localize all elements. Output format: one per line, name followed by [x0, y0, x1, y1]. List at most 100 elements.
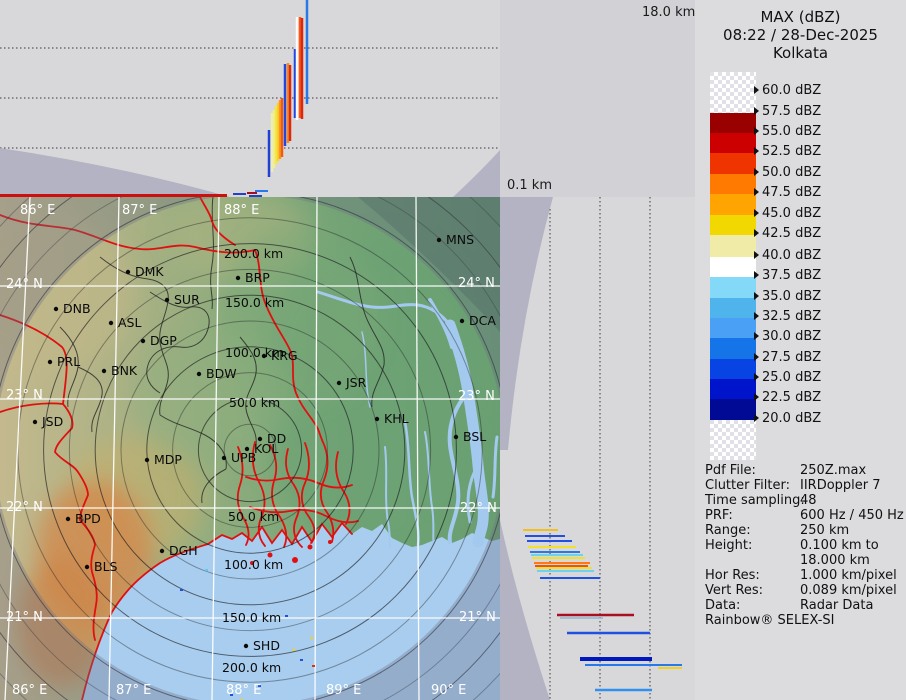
echo-dot — [300, 659, 303, 661]
scale-tick-arrow-icon — [754, 312, 759, 320]
ring-distance-label: 150.0 km — [225, 295, 284, 310]
latitude-label: 23° N — [6, 388, 43, 403]
scale-tick-arrow-icon — [754, 188, 759, 196]
ring-distance-label: 200.0 km — [222, 660, 281, 675]
metadata-value: 1.000 km/pixel — [800, 568, 897, 583]
dbz-band — [710, 194, 756, 215]
dbz-scale-label: 35.0 dBZ — [754, 289, 821, 304]
scale-tick-arrow-icon — [754, 168, 759, 176]
city-label: SHD — [253, 638, 280, 653]
longitude-label: 87° E — [116, 683, 151, 698]
city-dot — [375, 417, 379, 421]
metadata-label: Pdf File: — [705, 463, 756, 478]
metadata-row: PRF:600 Hz / 450 Hz — [705, 508, 900, 523]
height-gridlines — [550, 197, 650, 700]
metadata-label: Vert Res: — [705, 583, 763, 598]
city-dot — [460, 319, 464, 323]
dbz-band — [710, 133, 756, 153]
radar-app-window: 18.0 km 0.1 km — [0, 0, 906, 700]
metadata-label: Clutter Filter: — [705, 478, 790, 493]
dbz-band — [710, 298, 756, 318]
longitude-label: 86° E — [20, 203, 55, 218]
echo-dot — [205, 569, 208, 571]
city-label: BNK — [111, 363, 138, 378]
scale-tick-arrow-icon — [754, 292, 759, 300]
city-dot — [454, 435, 458, 439]
city-dot — [48, 360, 52, 364]
city-label: KOL — [254, 441, 278, 456]
city-label: JSR — [345, 375, 367, 390]
dbz-band — [710, 399, 756, 420]
metadata-row: Height: 0.100 km to — [705, 538, 900, 553]
longitude-label: 89° E — [326, 683, 361, 698]
longitude-label: 88° E — [226, 683, 261, 698]
city-dot — [102, 369, 106, 373]
metadata-label: PRF: — [705, 508, 733, 523]
city-dot — [222, 456, 226, 460]
scale-tick-arrow-icon — [754, 271, 759, 279]
scale-tick-arrow-icon — [754, 251, 759, 259]
city-dot — [437, 238, 441, 242]
north-projection-panel — [0, 0, 500, 197]
dbz-band — [710, 257, 756, 277]
legend-panel: MAX (dBZ) 08:22 / 28-Dec-2025 Kolkata 60… — [695, 0, 906, 700]
scale-tick-arrow-icon — [754, 373, 759, 381]
city-dot — [337, 381, 341, 385]
dbz-scale-label: 45.0 dBZ — [754, 206, 821, 221]
city-dot — [109, 321, 113, 325]
latitude-label: 21° N — [459, 610, 496, 625]
dbz-band — [710, 379, 756, 399]
city-label: KRG — [271, 348, 298, 363]
dbz-band — [710, 174, 756, 194]
radar-map[interactable]: 86° E87° E88° E86° E87° E88° E89° E90° E… — [0, 197, 500, 700]
dbz-band — [710, 235, 756, 257]
dbz-band — [710, 153, 756, 174]
metadata-label: Data: — [705, 598, 740, 613]
latitude-label: 22° N — [6, 500, 43, 515]
metadata-value: 48 — [800, 493, 817, 508]
scale-tick-arrow-icon — [754, 393, 759, 401]
dbz-scale-label: 20.0 dBZ — [754, 411, 821, 426]
longitude-label: 86° E — [12, 683, 47, 698]
metadata-label: Height: — [705, 538, 752, 553]
metadata-value: 0.100 km to — [800, 538, 879, 553]
city-dot — [236, 276, 240, 280]
product-title: MAX (dBZ) — [695, 8, 906, 26]
city-label: ASL — [118, 315, 141, 330]
metadata-row: Range:250 km — [705, 523, 900, 538]
city-label: DGP — [150, 333, 177, 348]
dbz-band — [710, 215, 756, 235]
city-label: JSD — [41, 414, 63, 429]
echo-bars-horizontal — [523, 530, 682, 690]
city-label: DMK — [135, 264, 164, 279]
ring-distance-label: 200.0 km — [224, 246, 283, 261]
dbz-scale-label: 50.0 dBZ — [754, 165, 821, 180]
scale-tick-arrow-icon — [754, 332, 759, 340]
metadata-row: Vert Res:0.089 km/pixel — [705, 583, 900, 598]
metadata-row: Pdf File:250Z.max — [705, 463, 900, 478]
dbz-band — [710, 113, 756, 133]
scale-tick-arrow-icon — [754, 147, 759, 155]
height-gridlines — [0, 48, 500, 148]
dbz-band — [710, 338, 756, 359]
latitude-label: 23° N — [458, 389, 495, 404]
city-dot — [33, 420, 37, 424]
latitude-label: 22° N — [460, 501, 497, 516]
metadata-value: 250 km — [800, 523, 849, 538]
city-label: BDW — [206, 366, 237, 381]
dbz-scale-label: 32.5 dBZ — [754, 309, 821, 324]
dbz-scale-label: 42.5 dBZ — [754, 226, 821, 241]
dbz-scale-label: 27.5 dBZ — [754, 350, 821, 365]
out-of-range-wedges — [0, 148, 500, 197]
metadata-value: 600 Hz / 450 Hz — [800, 508, 904, 523]
north-projection-plot — [0, 0, 500, 197]
metadata-label: Time sampling: — [705, 493, 805, 508]
dbz-band — [710, 318, 756, 338]
scale-tick-arrow-icon — [754, 209, 759, 217]
city-dot — [244, 644, 248, 648]
city-label: UPB — [231, 450, 256, 465]
city-dot — [54, 307, 58, 311]
metadata-row: Clutter Filter:IIRDoppler 7 — [705, 478, 900, 493]
metadata-value: 18.000 km — [800, 553, 870, 568]
city-label: MNS — [446, 232, 474, 247]
